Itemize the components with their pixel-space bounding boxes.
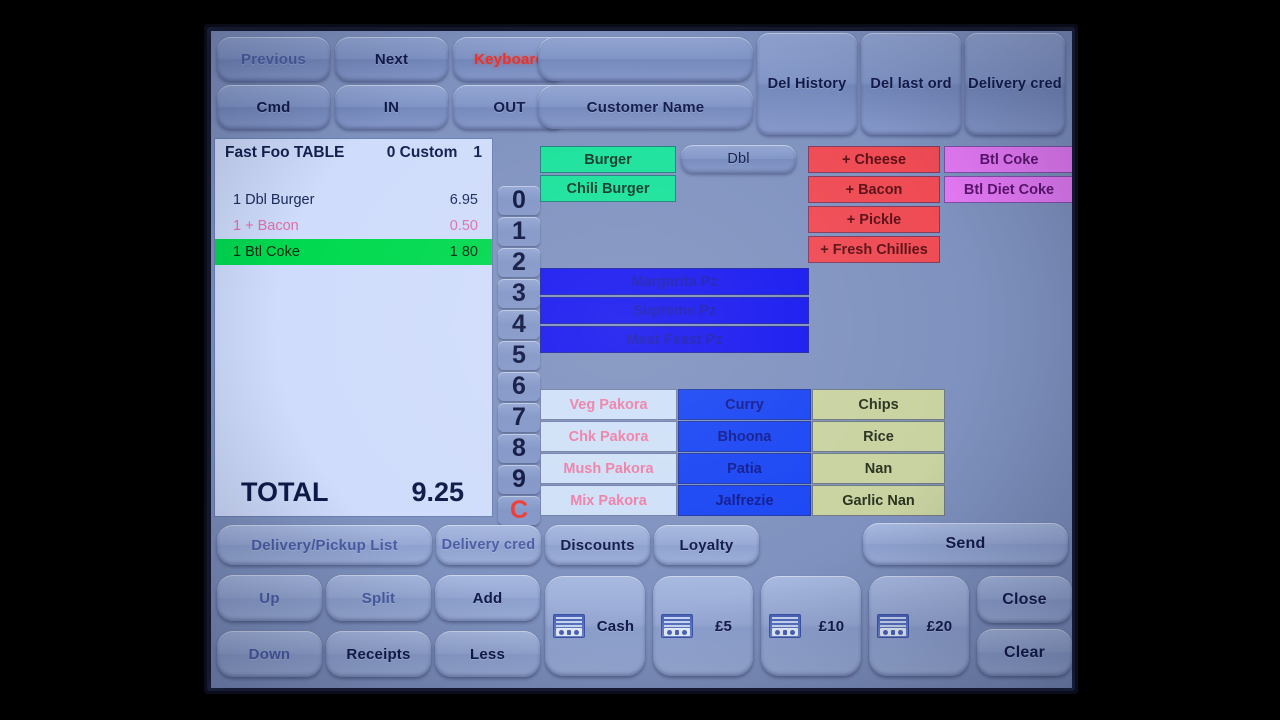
product-meat-feast-pizza[interactable]: Meat Feast Pz xyxy=(540,326,809,353)
keypad-key-1[interactable]: 1 xyxy=(498,217,540,246)
product-chk-pakora[interactable]: Chk Pakora xyxy=(540,421,677,452)
order-line-price: 0.50 xyxy=(449,218,478,234)
order-total: TOTAL 9.25 xyxy=(215,477,492,508)
product-chili-burger[interactable]: Chili Burger xyxy=(540,175,676,202)
keypad-key-6[interactable]: 6 xyxy=(498,372,540,401)
order-line-price: 6.95 xyxy=(449,192,478,208)
customer-name-button[interactable]: Customer Name xyxy=(538,85,753,129)
photo-frame: Previous Next Keyboard Cmd IN OUT Custom… xyxy=(0,0,1280,720)
product-rice[interactable]: Rice xyxy=(812,421,945,452)
cash-button[interactable]: Cash xyxy=(545,576,645,676)
order-line-name: 1 Btl Coke xyxy=(233,244,300,260)
order-lines: 1 Dbl Burger 6.95 1 + Bacon 0.50 1 Btl C… xyxy=(215,187,492,265)
cash-10-button[interactable]: £10 xyxy=(761,576,861,676)
product-bhoona[interactable]: Bhoona xyxy=(678,421,811,452)
order-line-name: 1 Dbl Burger xyxy=(233,192,315,208)
keypad-key-3[interactable]: 3 xyxy=(498,279,540,308)
cash-button-label: Cash xyxy=(596,617,635,635)
keypad-key-7[interactable]: 7 xyxy=(498,403,540,432)
blank-toolbar-button[interactable] xyxy=(538,37,753,81)
order-line[interactable]: 1 + Bacon 0.50 xyxy=(215,213,492,239)
modifier-fresh-chillies[interactable]: + Fresh Chillies xyxy=(808,236,940,263)
split-button[interactable]: Split xyxy=(326,575,431,621)
product-margarita-pizza[interactable]: Margarita Pz xyxy=(540,268,809,295)
banknote-icon xyxy=(769,614,801,638)
close-button[interactable]: Close xyxy=(977,576,1072,623)
product-patia[interactable]: Patia xyxy=(678,453,811,484)
modifier-cheese[interactable]: + Cheese xyxy=(808,146,940,173)
banknote-icon xyxy=(661,614,693,638)
keypad-key-clear[interactable]: C xyxy=(498,496,540,525)
keypad-key-4[interactable]: 4 xyxy=(498,310,540,339)
pos-screen: Previous Next Keyboard Cmd IN OUT Custom… xyxy=(211,31,1072,688)
product-btl-diet-coke[interactable]: Btl Diet Coke xyxy=(944,176,1072,203)
delivery-credit-button[interactable]: Delivery cred xyxy=(965,33,1065,135)
product-veg-pakora[interactable]: Veg Pakora xyxy=(540,389,677,420)
order-line[interactable]: 1 Dbl Burger 6.95 xyxy=(215,187,492,213)
product-nan[interactable]: Nan xyxy=(812,453,945,484)
order-table: 0 Custom xyxy=(386,144,458,161)
cmd-button[interactable]: Cmd xyxy=(217,85,330,129)
product-curry[interactable]: Curry xyxy=(678,389,811,420)
keypad-key-5[interactable]: 5 xyxy=(498,341,540,370)
order-panel[interactable]: Fast Foo TABLE 0 Custom 1 1 Dbl Burger 6… xyxy=(215,139,492,516)
cash-10-label: £10 xyxy=(818,617,845,635)
in-button[interactable]: IN xyxy=(335,85,448,129)
product-mush-pakora[interactable]: Mush Pakora xyxy=(540,453,677,484)
product-supreme-pizza[interactable]: Supreme Pz xyxy=(540,297,809,324)
order-covers: 1 xyxy=(473,144,482,161)
product-dbl[interactable]: Dbl xyxy=(681,145,796,173)
delivery-pickup-list-button[interactable]: Delivery/Pickup List xyxy=(217,525,432,565)
banknote-icon xyxy=(553,614,585,638)
previous-button[interactable]: Previous xyxy=(217,37,330,81)
banknote-icon xyxy=(877,614,909,638)
product-chips[interactable]: Chips xyxy=(812,389,945,420)
product-garlic-nan[interactable]: Garlic Nan xyxy=(812,485,945,516)
up-button[interactable]: Up xyxy=(217,575,322,621)
total-amount: 9.25 xyxy=(411,477,464,507)
modifier-bacon[interactable]: + Bacon xyxy=(808,176,940,203)
order-line-selected[interactable]: 1 Btl Coke 1 80 xyxy=(215,239,492,265)
keypad-key-2[interactable]: 2 xyxy=(498,248,540,277)
cash-20-button[interactable]: £20 xyxy=(869,576,969,676)
order-title: Fast Foo TABLE xyxy=(225,144,345,161)
product-mix-pakora[interactable]: Mix Pakora xyxy=(540,485,677,516)
product-burger[interactable]: Burger xyxy=(540,146,676,173)
order-header: Fast Foo TABLE 0 Custom 1 xyxy=(215,139,492,167)
cash-5-label: £5 xyxy=(714,617,733,635)
discounts-button[interactable]: Discounts xyxy=(545,525,650,565)
down-button[interactable]: Down xyxy=(217,631,322,677)
keypad-key-0[interactable]: 0 xyxy=(498,186,540,215)
less-button[interactable]: Less xyxy=(435,631,540,677)
cash-20-label: £20 xyxy=(926,617,953,635)
del-last-order-button[interactable]: Del last ord xyxy=(861,33,961,135)
product-btl-coke[interactable]: Btl Coke xyxy=(944,146,1072,173)
add-button[interactable]: Add xyxy=(435,575,540,621)
send-button[interactable]: Send xyxy=(863,523,1068,565)
order-line-name: 1 + Bacon xyxy=(233,218,299,234)
keypad-key-9[interactable]: 9 xyxy=(498,465,540,494)
loyalty-button[interactable]: Loyalty xyxy=(654,525,759,565)
delivery-credit-footer-button[interactable]: Delivery cred xyxy=(436,525,541,565)
next-button[interactable]: Next xyxy=(335,37,448,81)
order-line-price: 1 80 xyxy=(449,244,478,260)
del-history-button[interactable]: Del History xyxy=(757,33,857,135)
keypad-key-8[interactable]: 8 xyxy=(498,434,540,463)
modifier-pickle[interactable]: + Pickle xyxy=(808,206,940,233)
clear-button[interactable]: Clear xyxy=(977,629,1072,676)
receipts-button[interactable]: Receipts xyxy=(326,631,431,677)
cash-5-button[interactable]: £5 xyxy=(653,576,753,676)
product-jalfrezie[interactable]: Jalfrezie xyxy=(678,485,811,516)
total-label: TOTAL xyxy=(241,477,329,507)
